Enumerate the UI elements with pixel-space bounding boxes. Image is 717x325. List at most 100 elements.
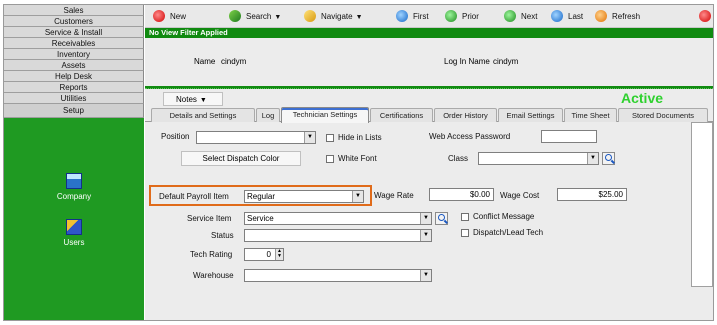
- navigate-label: Navigate: [321, 12, 353, 21]
- prior-button[interactable]: Prior: [445, 9, 479, 24]
- status-badge: Active: [621, 90, 664, 106]
- chevron-down-icon: ▼: [355, 14, 363, 21]
- default-payroll-item-value: Regular: [247, 192, 276, 201]
- select-dispatch-color-button[interactable]: Select Dispatch Color: [181, 151, 301, 166]
- name-value: cindym: [221, 57, 247, 66]
- sidebar: Sales Customers Service & Install Receiv…: [4, 5, 144, 320]
- white-font-checkbox[interactable]: [326, 155, 334, 163]
- navigate-button[interactable]: Navigate ▼: [304, 9, 363, 24]
- last-button[interactable]: Last: [551, 9, 583, 24]
- default-payroll-item-select[interactable]: Regular ▼: [244, 190, 364, 203]
- class-select[interactable]: ▼: [478, 152, 599, 165]
- service-item-select[interactable]: Service ▼: [244, 212, 432, 225]
- prior-icon: [445, 10, 457, 22]
- refresh-label: Refresh: [612, 12, 641, 21]
- tab-order-history[interactable]: Order History: [434, 108, 497, 122]
- search-label: Search: [246, 12, 272, 21]
- wage-rate-label: Wage Rate: [374, 191, 414, 200]
- wage-cost-label: Wage Cost: [500, 191, 540, 200]
- class-search-icon[interactable]: [602, 152, 615, 165]
- hide-in-lists-checkbox[interactable]: [326, 134, 334, 142]
- tab-time-sheet[interactable]: Time Sheet: [564, 108, 617, 122]
- wage-cost-input[interactable]: $25.00: [557, 188, 627, 201]
- main-panel: New Search▼ Navigate▼ First Prior Next: [145, 5, 713, 320]
- sidebar-item-setup[interactable]: Setup: [4, 104, 144, 118]
- hide-in-lists-label: Hide in Lists: [338, 133, 382, 142]
- next-label: Next: [521, 12, 538, 21]
- sidebar-menu: Sales Customers Service & Install Receiv…: [4, 5, 144, 118]
- sidebar-item-customers[interactable]: Customers: [4, 16, 144, 27]
- first-icon: [396, 10, 408, 22]
- notes-label: Notes: [176, 95, 197, 104]
- login-name-label: Log In Name: [444, 57, 490, 66]
- tech-rating-value: 0: [266, 250, 271, 259]
- spinner-arrows-icon[interactable]: ▲ ▼: [275, 249, 283, 260]
- status-select[interactable]: ▼: [244, 229, 432, 242]
- sidebar-item-reports[interactable]: Reports: [4, 82, 144, 93]
- sidebar-item-assets[interactable]: Assets: [4, 60, 144, 71]
- notes-row: Notes ▼ Active: [145, 89, 713, 107]
- chevron-down-icon: ▼: [420, 270, 431, 281]
- conflict-message-checkbox[interactable]: [461, 213, 469, 221]
- sidebar-item-receivables[interactable]: Receivables: [4, 38, 144, 49]
- last-label: Last: [568, 12, 584, 21]
- prior-label: Prior: [462, 12, 479, 21]
- white-font-label: White Font: [338, 154, 377, 163]
- search-button[interactable]: Search ▼: [229, 9, 281, 24]
- close-button[interactable]: [699, 9, 713, 24]
- users-icon: [66, 219, 82, 235]
- first-button[interactable]: First: [396, 9, 429, 24]
- tab-details-and-settings[interactable]: Details and Settings: [151, 108, 255, 122]
- sidebar-tool-users[interactable]: Users: [4, 219, 144, 247]
- sidebar-item-sales[interactable]: Sales: [4, 5, 144, 16]
- next-button[interactable]: Next: [504, 9, 537, 24]
- sidebar-tool-company[interactable]: Company: [4, 173, 144, 201]
- tab-bar: Details and Settings Log Technician Sett…: [145, 107, 713, 123]
- refresh-icon: [595, 10, 607, 22]
- position-select[interactable]: ▼: [196, 131, 316, 144]
- dispatch-lead-tech-checkbox[interactable]: [461, 229, 469, 237]
- warehouse-select[interactable]: ▼: [244, 269, 432, 282]
- dispatch-lead-tech-label: Dispatch/Lead Tech: [473, 228, 544, 237]
- chevron-down-icon: ▼: [352, 191, 363, 202]
- new-button[interactable]: New: [153, 9, 186, 24]
- sidebar-tool-label: Company: [56, 192, 92, 201]
- chevron-down-icon: ▼: [587, 153, 598, 164]
- chevron-down-icon: ▼: [304, 132, 315, 143]
- search-icon: [229, 10, 241, 22]
- sidebar-item-help-desk[interactable]: Help Desk: [4, 71, 144, 82]
- service-item-label: Service Item: [187, 214, 232, 223]
- navigate-icon: [304, 10, 316, 22]
- tab-log[interactable]: Log: [256, 108, 280, 122]
- sidebar-item-service-install[interactable]: Service & Install: [4, 27, 144, 38]
- technician-settings-form: Position ▼ Hide in Lists Web Access Pass…: [145, 122, 713, 302]
- refresh-button[interactable]: Refresh: [595, 9, 640, 24]
- wage-rate-input[interactable]: $0.00: [429, 188, 494, 201]
- side-panel: [691, 122, 713, 287]
- sidebar-tool-label: Users: [63, 238, 85, 247]
- sidebar-item-utilities[interactable]: Utilities: [4, 93, 144, 104]
- new-label: New: [170, 12, 187, 21]
- tab-stored-documents[interactable]: Stored Documents: [618, 108, 708, 122]
- position-label: Position: [161, 132, 190, 141]
- conflict-message-label: Conflict Message: [473, 212, 535, 221]
- last-icon: [551, 10, 563, 22]
- web-access-password-input[interactable]: [541, 130, 597, 143]
- tab-certifications[interactable]: Certifications: [370, 108, 433, 122]
- sidebar-item-inventory[interactable]: Inventory: [4, 49, 144, 60]
- service-item-search-icon[interactable]: [435, 212, 448, 225]
- new-icon: [153, 10, 165, 22]
- tech-rating-spinner[interactable]: 0 ▲ ▼: [244, 248, 284, 261]
- next-icon: [504, 10, 516, 22]
- tab-email-settings[interactable]: Email Settings: [498, 108, 563, 122]
- status-label: Status: [211, 231, 234, 240]
- tab-technician-settings[interactable]: Technician Settings: [281, 107, 369, 123]
- chevron-down-icon: ▼: [199, 97, 207, 104]
- record-header: Name cindym Log In Name cindym: [145, 38, 713, 86]
- first-label: First: [413, 12, 429, 21]
- chevron-down-icon: ▼: [420, 230, 431, 241]
- class-label: Class: [448, 154, 469, 163]
- notes-button[interactable]: Notes ▼: [163, 92, 223, 106]
- chevron-down-icon: ▼: [420, 213, 431, 224]
- default-payroll-item-label: Default Payroll Item: [159, 192, 229, 201]
